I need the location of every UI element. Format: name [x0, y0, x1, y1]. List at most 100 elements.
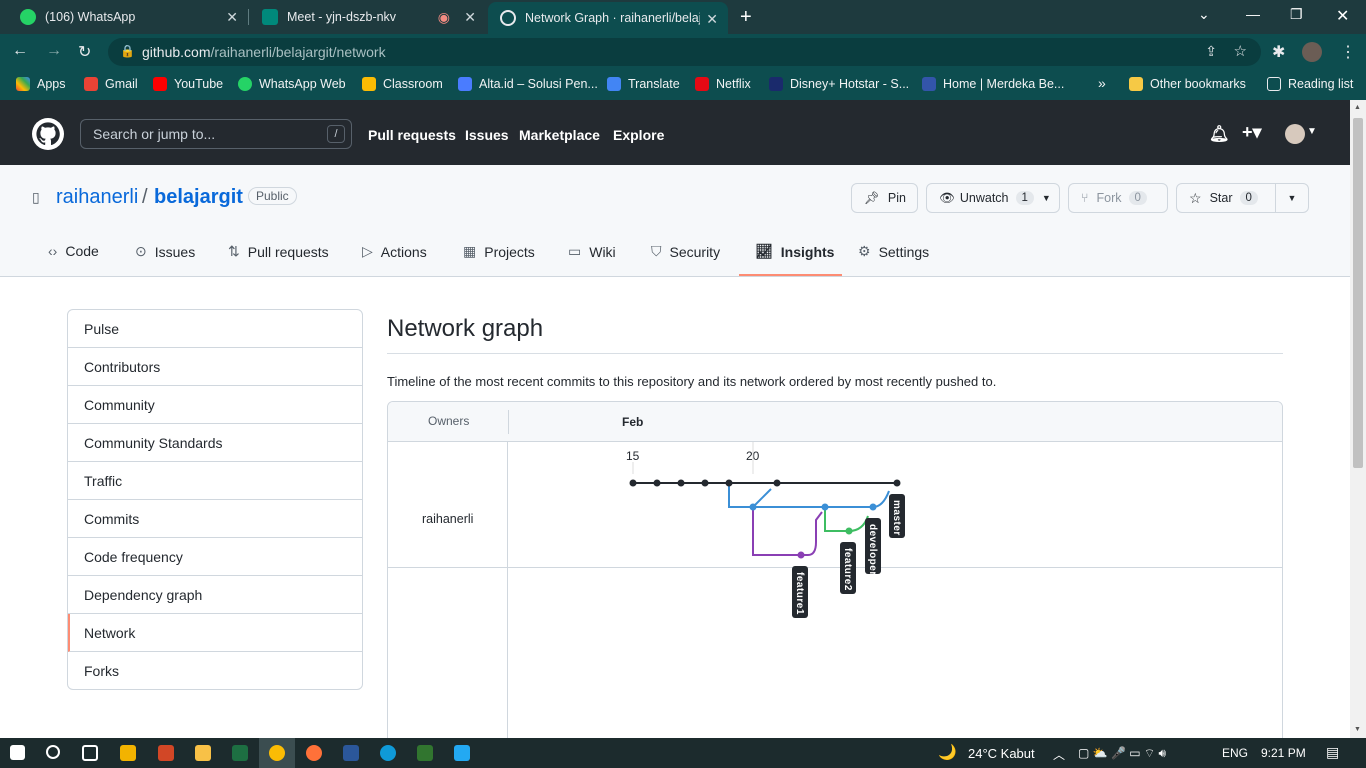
- tab-security[interactable]: ⛉ Security: [651, 243, 720, 260]
- bookmark-other[interactable]: Other bookmarks: [1129, 77, 1246, 91]
- file-explorer-icon[interactable]: [195, 745, 211, 761]
- sidebar-item-code-frequency[interactable]: Code frequency: [68, 538, 362, 576]
- bookmark-hotstar[interactable]: Disney+ Hotstar - S...: [769, 77, 909, 91]
- powerpoint-icon[interactable]: [158, 745, 174, 761]
- sidebar-item-network[interactable]: Network: [68, 614, 362, 652]
- tab-wiki[interactable]: ▭ Wiki: [568, 243, 616, 260]
- tab-code[interactable]: ‹› Code: [48, 243, 99, 259]
- bookmark-reading-list[interactable]: Reading list: [1267, 77, 1353, 91]
- notification-icon[interactable]: ▤: [1326, 744, 1339, 761]
- tray-app-icons[interactable]: ▢ ⛅ 🎤 ▭ ⌔ 🔊︎: [1078, 746, 1166, 761]
- address-bar[interactable]: 🔒 github.com/raihanerli/belajargit/netwo…: [108, 38, 1261, 66]
- page-scrollbar[interactable]: ▲ ▼: [1350, 100, 1366, 738]
- profile-avatar[interactable]: [1302, 42, 1322, 62]
- network-graph[interactable]: Owners Feb 15 20 raihanerli master devel…: [387, 401, 1283, 741]
- tab-pull-requests[interactable]: ⇅ Pull requests: [228, 243, 329, 260]
- extensions-icon[interactable]: ✱: [1272, 42, 1285, 62]
- weather-text[interactable]: 24°C Kabut: [968, 746, 1035, 761]
- search-input[interactable]: Search or jump to... /: [80, 119, 352, 149]
- repo-header: ▯ raihanerli / belajargit Public 📌︎ Pin 👁…: [0, 165, 1350, 277]
- tab-meet[interactable]: Meet - yjn-dszb-nkv ◉ ✕: [250, 0, 486, 34]
- tray-overflow-icon[interactable]: ︿: [1053, 746, 1065, 763]
- vscode-icon[interactable]: [454, 745, 470, 761]
- sidebar-item-dependency-graph[interactable]: Dependency graph: [68, 576, 362, 614]
- sidebar-item-community[interactable]: Community: [68, 386, 362, 424]
- branch-label-master: master: [891, 500, 902, 536]
- tab-network-graph[interactable]: Network Graph · raihanerli/belajargit ✕: [488, 2, 728, 34]
- windows-start-icon[interactable]: [10, 745, 25, 760]
- chrome-icon[interactable]: [269, 745, 285, 761]
- task-view-icon[interactable]: [82, 745, 98, 761]
- forward-icon[interactable]: →: [46, 42, 62, 60]
- scroll-up-icon[interactable]: ▲: [1354, 104, 1361, 111]
- bell-icon[interactable]: 🔔︎: [1209, 124, 1229, 144]
- bookmark-whatsapp-web[interactable]: WhatsApp Web: [238, 77, 346, 91]
- unwatch-button[interactable]: 👁︎ Unwatch 1 ▼: [926, 183, 1060, 213]
- excel-icon[interactable]: [232, 745, 248, 761]
- bookmark-youtube[interactable]: YouTube: [153, 77, 223, 91]
- language-indicator[interactable]: ENG: [1222, 746, 1248, 760]
- nav-explore[interactable]: Explore: [613, 127, 664, 143]
- close-window-button[interactable]: ✕: [1336, 6, 1349, 26]
- sidebar-item-community-standards[interactable]: Community Standards: [68, 424, 362, 462]
- tab-whatsapp[interactable]: (106) WhatsApp ✕: [8, 0, 248, 34]
- close-icon[interactable]: ✕: [226, 9, 238, 26]
- fork-button[interactable]: ⑂ Fork 0: [1068, 183, 1168, 213]
- bookmark-netflix[interactable]: Netflix: [695, 77, 751, 91]
- reload-icon[interactable]: ↻: [78, 42, 91, 62]
- store-icon[interactable]: [120, 745, 136, 761]
- nav-pull-requests[interactable]: Pull requests: [368, 127, 456, 143]
- sidebar-item-traffic[interactable]: Traffic: [68, 462, 362, 500]
- bookmark-apps[interactable]: Apps: [16, 77, 66, 91]
- share-icon[interactable]: ⇪: [1205, 43, 1217, 60]
- chevron-down-icon[interactable]: ▼: [1307, 126, 1317, 137]
- firefox-icon[interactable]: [306, 745, 322, 761]
- back-icon[interactable]: ←: [12, 42, 28, 60]
- minimize-button[interactable]: —: [1246, 6, 1260, 22]
- star-button[interactable]: ☆ Star 0: [1176, 183, 1276, 213]
- scrollbar-thumb[interactable]: [1353, 118, 1363, 468]
- github-logo-icon[interactable]: [32, 118, 64, 150]
- star-list-dropdown[interactable]: ▼: [1275, 183, 1309, 213]
- word-icon[interactable]: [343, 745, 359, 761]
- commit-dot: [821, 503, 829, 511]
- tab-settings[interactable]: ⚙ Settings: [858, 243, 929, 260]
- bookmark-merdeka[interactable]: Home | Merdeka Be...: [922, 77, 1064, 91]
- bookmark-star-icon[interactable]: ☆: [1234, 42, 1247, 60]
- user-avatar[interactable]: [1285, 124, 1305, 144]
- tab-insights[interactable]: 📈︎ Insights: [755, 243, 834, 260]
- tab-actions[interactable]: ▷ Actions: [362, 243, 427, 260]
- book-icon: ▭: [568, 243, 582, 259]
- commit-dot: [677, 479, 685, 487]
- tab-search-icon[interactable]: ⌄: [1198, 6, 1210, 23]
- repo-name-link[interactable]: belajargit: [154, 186, 243, 209]
- bookmark-gmail[interactable]: Gmail: [84, 77, 138, 91]
- restore-button[interactable]: ❐: [1290, 6, 1303, 23]
- bookmark-translate[interactable]: Translate: [607, 77, 680, 91]
- sidebar-item-forks[interactable]: Forks: [68, 652, 362, 690]
- project-icon[interactable]: [417, 745, 433, 761]
- nav-marketplace[interactable]: Marketplace: [519, 127, 600, 143]
- create-new-icon[interactable]: +▾: [1242, 122, 1262, 143]
- nav-issues[interactable]: Issues: [465, 127, 509, 143]
- menu-icon[interactable]: ⋮: [1340, 42, 1356, 62]
- repo-owner-link[interactable]: raihanerli: [56, 186, 138, 209]
- clock[interactable]: 9:21 PM: [1261, 746, 1306, 760]
- tab-issues[interactable]: ⊙ Issues: [135, 243, 195, 260]
- tab-projects[interactable]: ▦ Projects: [463, 243, 535, 260]
- sidebar-item-pulse[interactable]: Pulse: [68, 310, 362, 348]
- sidebar-item-commits[interactable]: Commits: [68, 500, 362, 538]
- bookmark-alta[interactable]: Alta.id – Solusi Pen...: [458, 77, 598, 91]
- new-tab-button[interactable]: +: [740, 6, 752, 29]
- sidebar-item-contributors[interactable]: Contributors: [68, 348, 362, 386]
- apps-grid-icon: [16, 77, 30, 91]
- branch-line-feature1: [752, 507, 801, 556]
- close-icon[interactable]: ✕: [706, 11, 718, 28]
- more-bookmarks-icon[interactable]: »: [1098, 75, 1106, 91]
- bookmark-classroom[interactable]: Classroom: [362, 77, 443, 91]
- edge-icon[interactable]: [380, 745, 396, 761]
- close-icon[interactable]: ✕: [464, 9, 476, 26]
- scroll-down-icon[interactable]: ▼: [1354, 726, 1361, 733]
- search-icon[interactable]: [46, 745, 60, 759]
- pin-button[interactable]: 📌︎ Pin: [851, 183, 918, 213]
